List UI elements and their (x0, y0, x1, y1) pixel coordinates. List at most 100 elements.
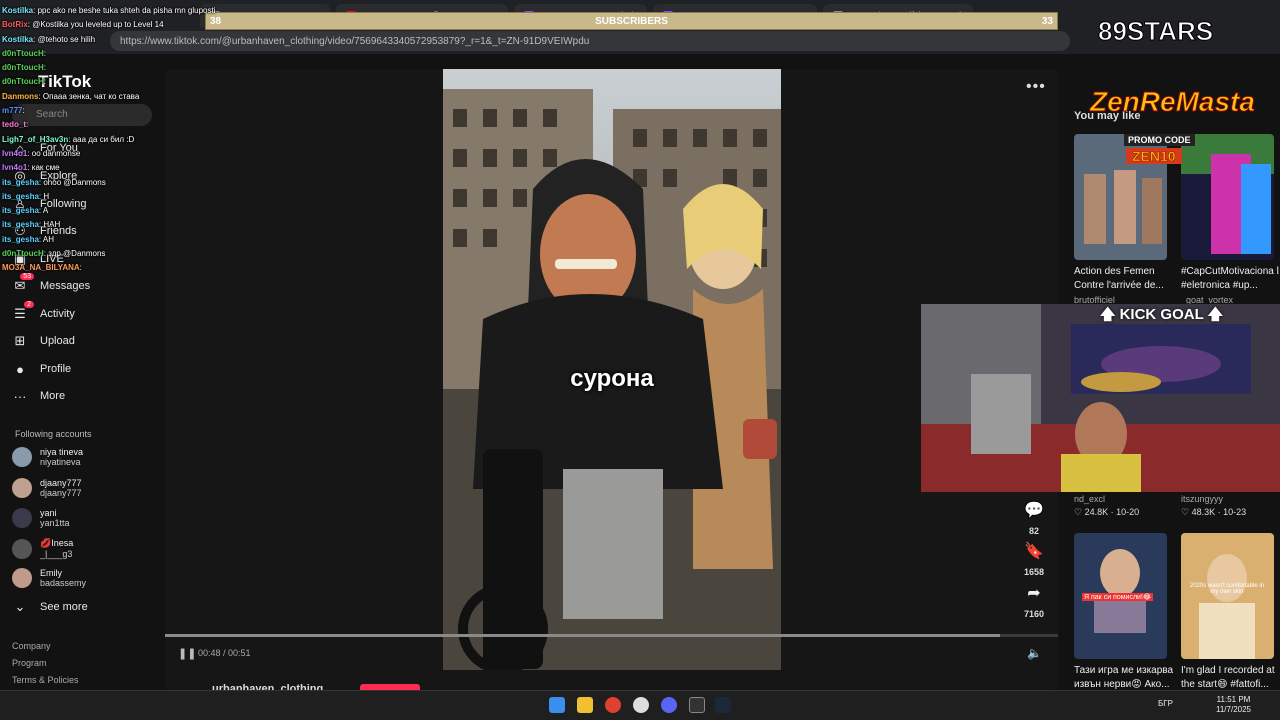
footer-program[interactable]: Program (12, 658, 47, 668)
chat-username: Ligh7_of_H3av3n (2, 134, 69, 144)
following-account[interactable]: yani yan1tta (12, 508, 70, 528)
obs-icon[interactable] (633, 697, 649, 713)
chat-text: : (22, 106, 25, 116)
address-bar[interactable]: https://www.tiktok.com/@urbanhaven_cloth… (110, 31, 1070, 51)
recommended-card-5[interactable]: Я пак си помисли!😂 (1074, 533, 1167, 659)
account-name: niya tineva (40, 447, 84, 457)
webcam-frame (921, 304, 1280, 492)
card-4-date: 10-23 (1223, 507, 1247, 517)
card-thumbnail (1181, 533, 1274, 659)
see-more-label: See more (40, 601, 88, 613)
account-name: Emily (40, 568, 62, 578)
chrome-icon[interactable] (605, 697, 621, 713)
activity-icon: ☰ 2 (12, 301, 34, 322)
card-1-title[interactable]: Action des Femen Contre l'arrivée de... (1074, 265, 1174, 293)
chat-text: : (26, 120, 29, 130)
save-button[interactable]: 🔖 1658 (1020, 541, 1048, 577)
recommended-card-2[interactable] (1181, 134, 1274, 260)
sidebar-item-messages[interactable]: ✉ 53 Messages (12, 273, 91, 296)
chat-text: : (43, 77, 47, 87)
card-6-overlay-text: 2020s wasn't comfortable in my own skin (1189, 583, 1265, 595)
comment-icon: 💬 (1024, 502, 1044, 519)
sidebar-item-activity[interactable]: ☰ 2 Activity (12, 301, 75, 324)
chat-username: m777 (2, 106, 23, 116)
messages-icon: ✉ 53 (12, 273, 34, 294)
sidebar-item-profile[interactable]: ● Profile (12, 359, 71, 379)
steam-icon[interactable] (715, 697, 731, 713)
upload-icon: ⊞ (14, 333, 26, 348)
heart-icon: ♡ (1181, 507, 1192, 517)
account-handle: badassemy (40, 578, 87, 588)
card-6-title[interactable]: I'm glad I recorded at the start😄 #fatto… (1181, 664, 1280, 692)
video-player[interactable]: сурона (443, 69, 781, 670)
following-account[interactable]: Emily badassemy (12, 568, 86, 588)
sidebar-item-label: Profile (40, 363, 72, 375)
sidebar-item-label: Messages (40, 280, 91, 292)
volume-icon[interactable]: 🔈 (1027, 646, 1042, 660)
pause-icon[interactable]: ❚❚ (178, 647, 196, 660)
following-account[interactable]: 💋Inesa _|___g3 (12, 538, 73, 559)
notification-badge: 2 (24, 301, 34, 308)
card-3-likes: 24.8K (1084, 507, 1109, 517)
share-button[interactable]: ➦ 7160 (1020, 583, 1048, 619)
promo-code-label: PROMO CODE (1124, 134, 1195, 146)
recommended-card-6[interactable]: 2020s wasn't comfortable in my own skin (1181, 533, 1274, 659)
card-3-author[interactable]: nd_excl (1074, 494, 1105, 504)
comments-button[interactable]: 💬 82 (1020, 500, 1048, 536)
footer-company[interactable]: Company (12, 641, 51, 651)
account-text: yani yan1tta (40, 508, 70, 528)
following-account[interactable]: djaany777 djaany777 (12, 478, 82, 498)
terminal-icon[interactable] (689, 697, 705, 713)
see-more-button[interactable]: ⌄ See more (12, 597, 88, 617)
account-text: 💋Inesa _|___g3 (40, 538, 73, 559)
following-account[interactable]: niya tineva niyatineva (12, 447, 83, 467)
card-2-title[interactable]: #CapCutMotivaciona l #eletronica #up... (1181, 265, 1280, 293)
windows-start-icon[interactable] (549, 697, 565, 713)
chat-text: : ppc ako ne beshe tuka shteh da pisha m… (33, 6, 216, 15)
footer-terms[interactable]: Terms & Policies (12, 675, 79, 685)
account-handle: _|___g3 (40, 549, 73, 559)
chat-text: : Опааа зенка, чат ко става (38, 91, 140, 101)
card-5-title[interactable]: Тази игра ме изкарва извън нерви😡 Ако... (1074, 664, 1174, 692)
sidebar-item-more[interactable]: ··· More (12, 386, 66, 406)
chat-username: BotRix (2, 20, 28, 30)
chat-text: : ааа да си бил :D (68, 134, 135, 144)
avatar (12, 538, 32, 559)
account-handle: yan1tta (40, 518, 70, 528)
chat-username: Kostilka (2, 34, 34, 44)
language-indicator[interactable]: БГР (1158, 699, 1173, 708)
comments-count: 82 (1028, 526, 1039, 536)
system-clock[interactable]: 11:51 PM 11/7/2025 (1216, 695, 1251, 715)
chat-text: : (79, 263, 82, 273)
chat-username: Ivn4o1 (2, 148, 28, 158)
clock-date: 11/7/2025 (1216, 705, 1251, 714)
subscribers-goal-bar: 38 SUBSCRIBERS 33 (205, 12, 1058, 30)
chevron-down-icon: ⌄ (14, 599, 26, 614)
more-options-icon[interactable]: ••• (1026, 78, 1046, 96)
account-text: djaany777 djaany777 (40, 478, 82, 498)
file-explorer-icon[interactable] (577, 697, 593, 713)
account-text: Emily badassemy (40, 568, 86, 588)
discord-icon[interactable] (661, 697, 677, 713)
chat-text: : здр @Danmons (43, 249, 106, 259)
chat-username: tedo_t (2, 120, 26, 130)
video-caption: сурона (570, 365, 654, 392)
chat-text: : H (38, 191, 50, 201)
video-progress-bar[interactable] (165, 634, 1058, 637)
chat-message: Kostilka: @tehoto se hilih (2, 33, 202, 47)
chat-username: its_gesha (2, 220, 39, 230)
zenremasta-logo: ZenReMasta (1090, 86, 1256, 118)
card-thumbnail (1181, 134, 1274, 260)
card-4-likes: 48.3K (1191, 507, 1216, 517)
chat-text: : A (38, 206, 49, 216)
chat-message: BotRix: @Kostilka you leveled up to Leve… (2, 18, 202, 32)
card-4-author[interactable]: itszungyyy (1181, 494, 1223, 504)
chat-username: its_gesha (2, 234, 39, 244)
clock-time: 11:51 PM (1216, 695, 1251, 704)
chat-text: : (43, 48, 47, 58)
sidebar-item-upload[interactable]: ⊞ Upload (12, 331, 75, 351)
sidebar-item-label: Activity (40, 308, 75, 320)
card-5-overlay-text: Я пак си помисли!😂 (1082, 593, 1154, 601)
chat-text: : @tehoto se hilih (33, 34, 96, 44)
share-icon: ➦ (1027, 585, 1041, 602)
